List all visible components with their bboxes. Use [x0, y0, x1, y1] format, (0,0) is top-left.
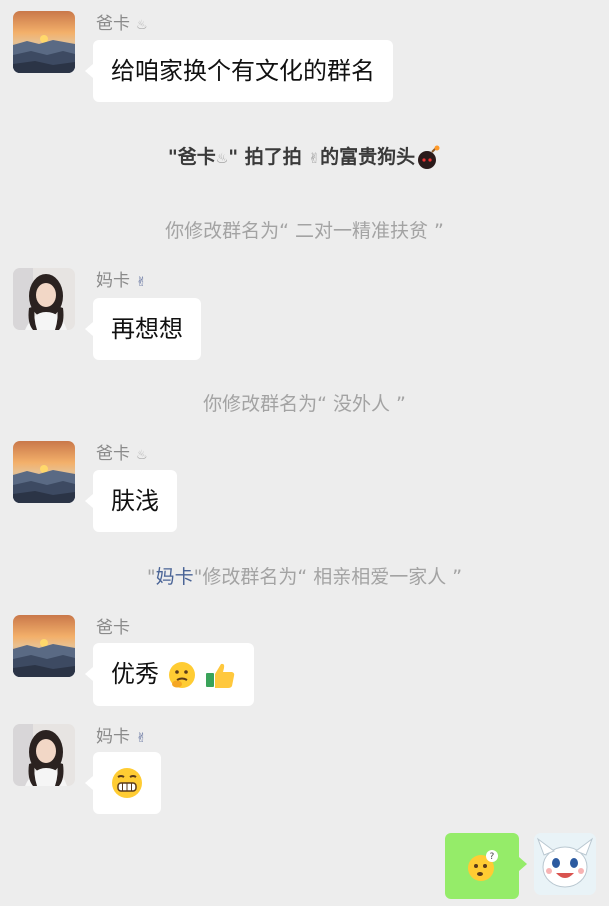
- message-text: 给咱家换个有文化的群名: [111, 57, 375, 85]
- avatar-dad[interactable]: [13, 615, 75, 677]
- pat-action: " 拍了拍: [228, 146, 309, 168]
- sender-label: 妈卡: [96, 271, 130, 291]
- thinking-face-emoji-icon: [168, 662, 195, 688]
- sender-tag: ✌: [136, 275, 147, 290]
- girl-photo-avatar-icon: [13, 268, 75, 330]
- message-bubble[interactable]: 肤浅: [85, 470, 177, 532]
- svg-text:?: ?: [490, 852, 495, 862]
- system-rename-notice: 你修改群名为“ 没外人 ”: [203, 393, 406, 415]
- sender-label: 爸卡: [96, 444, 130, 464]
- system-pat-notice: "爸卡♨" 拍了拍 ✌的富贵狗头: [0, 142, 609, 171]
- message-text: 再想想: [111, 315, 183, 343]
- system-rename-notice: 你修改群名为“ 二对一精准扶贫 ”: [165, 220, 444, 242]
- girl-photo-avatar-icon: [13, 724, 75, 786]
- message-text: 肤浅: [111, 487, 159, 515]
- message-bubble[interactable]: 再想想: [85, 298, 201, 360]
- bomb-icon: [418, 145, 440, 169]
- sender-tag: ✌: [136, 731, 147, 746]
- system-rename-notice: "妈卡"修改群名为“ 相亲相爱一家人 ”: [0, 562, 609, 589]
- sender-name: 妈卡 ✌: [96, 727, 147, 749]
- sender-name: 爸卡 ♨: [96, 444, 148, 466]
- sunset-mountain-avatar-icon: [13, 441, 75, 503]
- message-text: 优秀: [111, 660, 159, 688]
- pat-target: 的富贵狗头: [320, 146, 416, 168]
- avatar-dad[interactable]: [13, 441, 75, 503]
- avatar-mom[interactable]: [13, 268, 75, 330]
- message-bubble[interactable]: 给咱家换个有文化的群名: [85, 40, 393, 102]
- thumbs-up-emoji-icon: [206, 663, 235, 688]
- quote-mark: ": [146, 566, 156, 588]
- grin-emoji-icon: [112, 768, 142, 798]
- sunset-mountain-avatar-icon: [13, 615, 75, 677]
- sender-label: 妈卡: [96, 727, 130, 747]
- renamer-name-link[interactable]: 妈卡: [156, 566, 194, 588]
- avatar-mom[interactable]: [13, 724, 75, 786]
- message-bubble[interactable]: [85, 752, 161, 814]
- pat-tag: ♨: [215, 151, 229, 167]
- sender-label: 爸卡: [96, 618, 130, 638]
- message-bubble[interactable]: 优秀: [84, 643, 255, 706]
- avatar-self[interactable]: [534, 833, 596, 895]
- sender-tag: ♨: [136, 448, 148, 463]
- self-message-bubble[interactable]: ?: [445, 833, 527, 899]
- sunset-mountain-avatar-icon: [13, 11, 75, 73]
- sender-name: 妈卡 ✌: [96, 271, 147, 293]
- avatar-dad[interactable]: [13, 11, 75, 73]
- sender-name: 爸卡 ♨: [96, 14, 148, 36]
- pat-icon: ✌: [308, 151, 321, 167]
- sender-name: 爸卡: [96, 618, 130, 638]
- confused-face-emoji-icon: ?: [468, 850, 498, 881]
- cartoon-character-avatar-icon: [534, 833, 596, 895]
- pat-sender: "爸卡: [167, 146, 216, 168]
- sender-label: 爸卡: [96, 14, 130, 34]
- sender-tag: ♨: [136, 18, 148, 33]
- rename-text: "修改群名为“ 相亲相爱一家人 ”: [193, 566, 463, 588]
